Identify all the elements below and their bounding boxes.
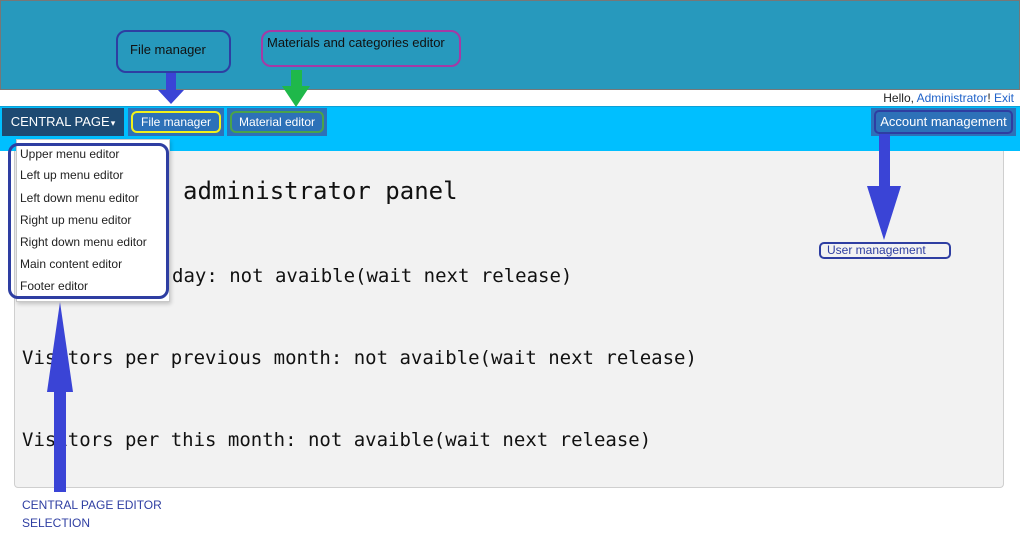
arrow-up-icon xyxy=(47,302,73,492)
callout-user-management: User management xyxy=(819,242,951,259)
callout-file-manager: File manager xyxy=(116,30,231,73)
arrow-down-icon xyxy=(158,73,184,104)
callout-central-line2: SELECTION xyxy=(22,516,91,530)
arrow-down-icon xyxy=(282,70,310,107)
callout-central-page-editor: CENTRAL PAGE EDITOR SELECTION xyxy=(22,496,162,532)
annotation-arrows xyxy=(47,70,901,492)
arrow-down-icon xyxy=(867,134,901,240)
callout-materials-categories-editor: Materials and categories editor xyxy=(261,30,461,67)
callout-central-line1: CENTRAL PAGE EDITOR xyxy=(22,498,162,512)
